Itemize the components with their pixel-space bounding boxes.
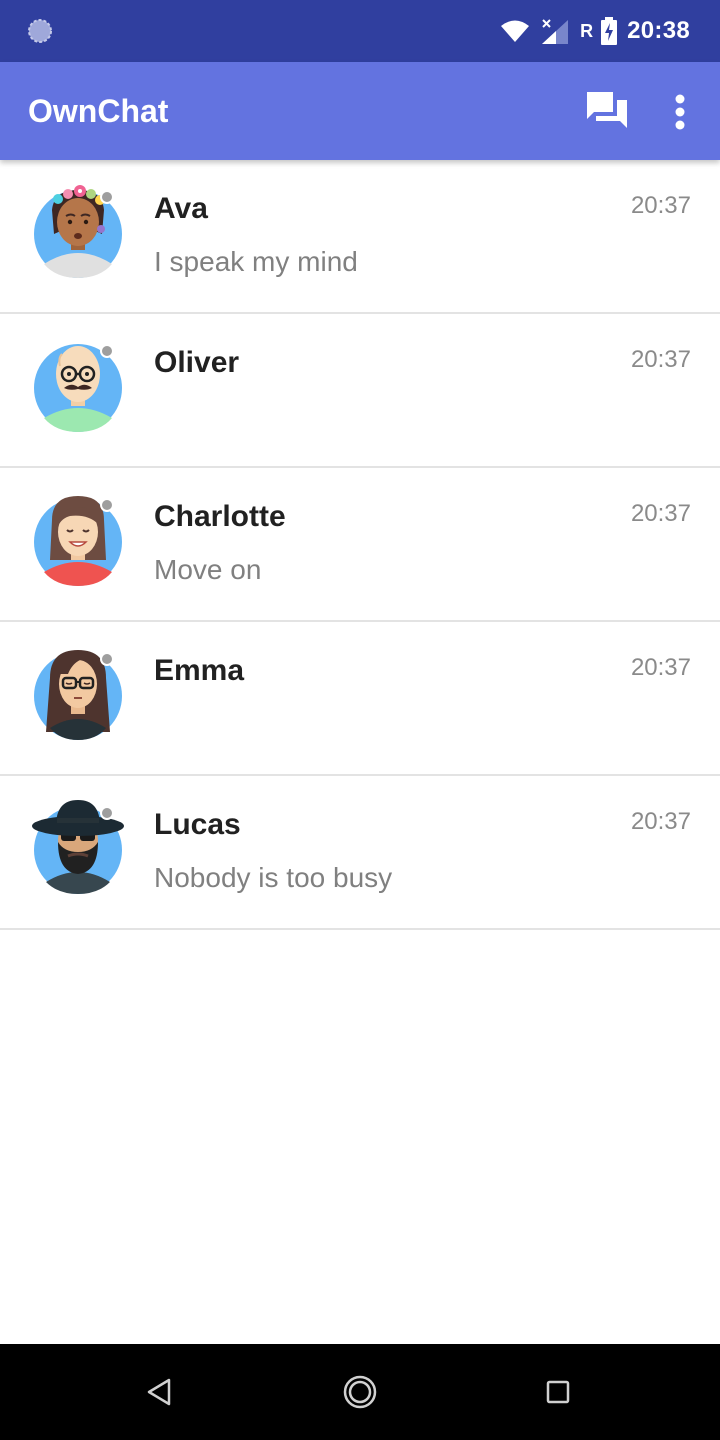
chat-row-emma[interactable]: Emma 20:37 [0,622,720,776]
avatar [30,798,126,894]
chat-bubbles-icon [587,92,627,128]
home-icon [343,1375,377,1409]
new-chat-button[interactable] [583,86,631,136]
avatar [30,644,126,740]
last-message: I speak my mind [154,246,358,277]
chat-row-ava[interactable]: Ava I speak my mind 20:37 [0,160,720,314]
status-icons: R 20:38 [500,0,690,62]
last-message: Move on [154,554,262,585]
app-title: OwnChat [28,93,169,129]
roaming-indicator: R [580,20,594,41]
contact-name: Lucas [154,808,241,841]
more-options-button[interactable] [656,86,704,136]
chat-row-lucas[interactable]: Lucas Nobody is too busy 20:37 [0,776,720,930]
back-button[interactable] [140,1372,180,1412]
recents-icon [546,1380,570,1404]
recents-button[interactable] [538,1372,578,1412]
message-time: 20:37 [630,346,691,373]
presence-indicator [100,190,114,204]
last-message: Nobody is too busy [154,862,393,893]
navigation-bar [0,1344,720,1440]
sync-icon [28,19,52,43]
contact-name: Ava [154,192,208,225]
message-time: 20:37 [630,192,691,219]
message-time: 20:37 [630,654,691,681]
avatar [30,182,126,278]
app-bar: OwnChat [0,62,720,160]
presence-indicator [100,806,114,820]
message-time: 20:37 [630,808,691,835]
status-bar: R 20:38 [0,0,720,62]
more-vert-icon [675,94,685,130]
battery-charging-icon [601,17,618,45]
home-button[interactable] [340,1372,380,1412]
status-time: 20:38 [627,17,690,44]
signal-icon [542,19,569,44]
avatar [30,490,126,586]
chat-row-charlotte[interactable]: Charlotte Move on 20:37 [0,468,720,622]
message-time: 20:37 [630,500,691,527]
presence-indicator [100,652,114,666]
contact-name: Emma [154,654,245,687]
chat-row-oliver[interactable]: Oliver 20:37 [0,314,720,468]
back-icon [147,1378,171,1406]
chat-list: Ava I speak my mind 20:37 Oliver 20:37 C… [0,160,720,930]
contact-name: Charlotte [154,500,286,533]
presence-indicator [100,498,114,512]
avatar [30,336,126,432]
presence-indicator [100,344,114,358]
contact-name: Oliver [154,346,240,379]
wifi-icon [501,20,530,42]
